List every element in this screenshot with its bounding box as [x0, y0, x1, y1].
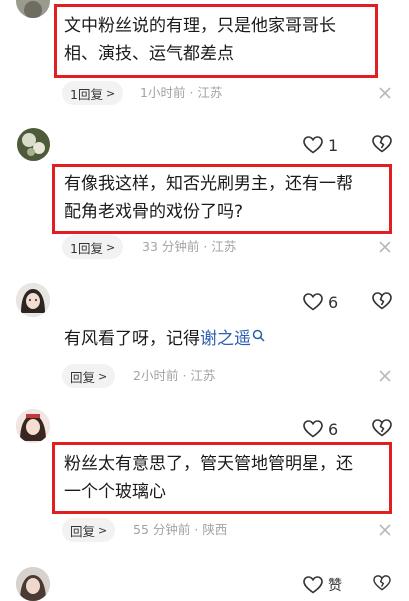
avatar[interactable] — [16, 0, 50, 18]
meta-separator: · — [189, 85, 194, 100]
comment-meta: 33 分钟前 · 江苏 — [142, 235, 236, 259]
broken-heart-icon[interactable] — [372, 292, 392, 310]
broken-heart-icon[interactable] — [372, 419, 392, 437]
reply-button[interactable]: 回复 > — [62, 364, 116, 388]
close-icon[interactable] — [379, 524, 391, 536]
chevron-right-icon: > — [105, 86, 116, 100]
close-icon[interactable] — [379, 370, 391, 382]
comment-text-line: 粉丝太有意思了，管天管地管明星，还 — [64, 454, 353, 474]
like-button[interactable]: 6 — [303, 416, 338, 442]
comment-location: 江苏 — [197, 85, 223, 100]
chevron-right-icon: > — [98, 523, 108, 537]
like-count: 6 — [328, 292, 339, 312]
reply-button[interactable]: 1回复 > — [62, 235, 124, 259]
comment-time: 55 分钟前 — [133, 522, 191, 537]
reply-button[interactable]: 1回复 > — [62, 81, 124, 105]
heart-icon — [303, 293, 323, 311]
comment-location: 陕西 — [202, 522, 228, 537]
meta-separator: · — [194, 522, 199, 537]
comment-text-line: 文中粉丝说的有理，只是他家哥哥长 — [64, 16, 336, 36]
comment-meta: 1小时前 · 江苏 — [140, 81, 222, 105]
broken-heart-icon[interactable] — [372, 135, 392, 153]
reply-label: 回复 — [70, 523, 96, 539]
comment-time: 1小时前 — [140, 85, 186, 100]
comment-text-line: 相、演技、运气都差点 — [64, 44, 234, 64]
comment-text-line: 有像我这样，知否光刷男主，还有一帮 — [64, 174, 353, 194]
comment-location: 江苏 — [190, 368, 216, 383]
chevron-right-icon: > — [105, 240, 116, 254]
reply-label: 1回复 — [70, 240, 103, 256]
like-button[interactable]: 1 — [303, 132, 338, 158]
comment-text-line: 一个个玻璃心 — [64, 482, 166, 502]
comment-time: 33 分钟前 — [142, 239, 200, 254]
comment-time: 2小时前 — [133, 368, 179, 383]
comment-meta: 55 分钟前 · 陕西 — [133, 518, 227, 542]
chevron-right-icon: > — [98, 369, 108, 383]
comment-text: 有风看了呀，记得谢之遥 — [64, 325, 265, 353]
reply-label: 回复 — [70, 369, 96, 385]
comment-text-line: 配角老戏骨的戏份了吗? — [64, 202, 244, 222]
close-icon[interactable] — [379, 241, 391, 253]
avatar[interactable] — [16, 567, 50, 601]
comment-location: 江苏 — [211, 239, 237, 254]
like-button[interactable]: 6 — [303, 289, 338, 315]
close-icon[interactable] — [379, 87, 391, 99]
like-count: 1 — [328, 135, 339, 155]
reply-label: 1回复 — [70, 86, 103, 102]
comment-text-plain: 有风看了呀，记得 — [64, 329, 200, 349]
like-button[interactable]: 赞 — [303, 572, 342, 598]
comment-meta: 2小时前 · 江苏 — [133, 364, 215, 388]
heart-icon — [303, 136, 323, 154]
avatar[interactable] — [17, 128, 50, 161]
avatar[interactable] — [16, 283, 50, 317]
heart-icon — [303, 420, 323, 438]
avatar[interactable] — [16, 409, 50, 443]
like-count: 6 — [328, 419, 339, 439]
search-icon[interactable] — [252, 329, 265, 342]
like-label: 赞 — [328, 578, 342, 594]
reply-button[interactable]: 回复 > — [62, 518, 116, 542]
mention-link[interactable]: 谢之遥 — [200, 329, 251, 349]
broken-heart-icon[interactable] — [372, 575, 392, 591]
heart-icon — [303, 576, 323, 594]
meta-separator: · — [182, 368, 187, 383]
meta-separator: · — [203, 239, 208, 254]
